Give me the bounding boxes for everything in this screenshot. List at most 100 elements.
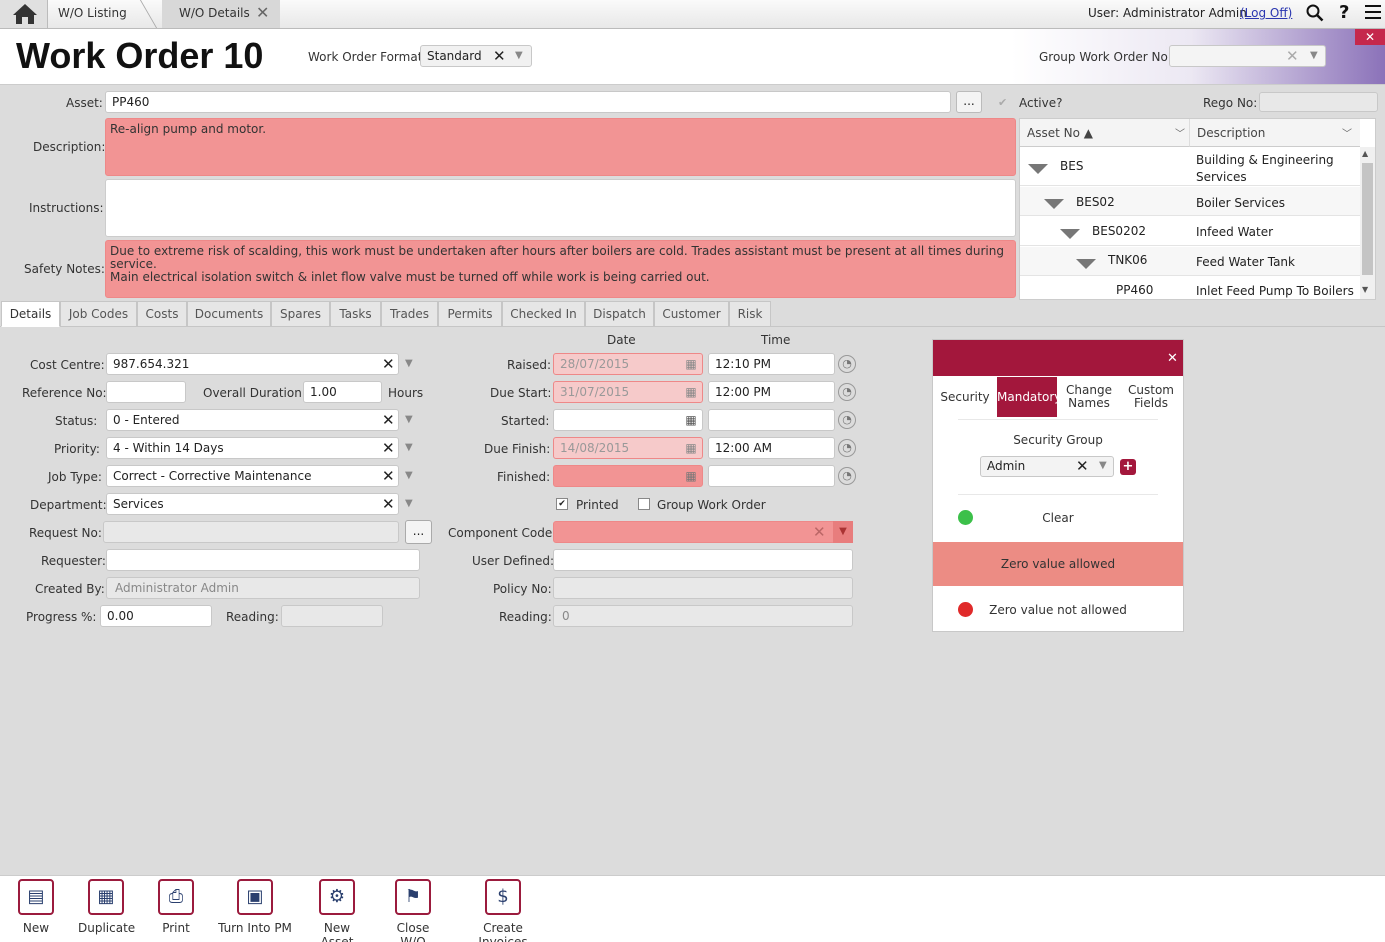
status-input[interactable]: 0 - Entered: [106, 409, 399, 431]
due-start-date-input[interactable]: 31/07/2015: [553, 381, 703, 403]
chevron-down-icon[interactable]: ▼: [405, 437, 413, 459]
tab-documents[interactable]: Documents: [187, 301, 271, 327]
clock-icon[interactable]: ◔: [838, 411, 856, 429]
priority-select[interactable]: 4 - Within 14 Days ✕ ▼: [106, 437, 419, 459]
clear-icon[interactable]: ✕: [382, 409, 395, 431]
tab-dispatch[interactable]: Dispatch: [585, 301, 654, 327]
home-button[interactable]: [0, 0, 48, 28]
breadcrumb-wo-details[interactable]: W/O Details ✕: [162, 0, 280, 28]
clock-icon[interactable]: ◔: [838, 383, 856, 401]
requester-input[interactable]: [106, 549, 420, 571]
department-input[interactable]: Services: [106, 493, 399, 515]
clear-option[interactable]: Clear: [933, 511, 1183, 525]
clear-icon[interactable]: ✕: [382, 353, 395, 375]
panel-tab-security[interactable]: Security: [937, 377, 993, 417]
clear-icon[interactable]: ✕: [1286, 45, 1299, 67]
policy-no-input[interactable]: [553, 577, 853, 599]
tree-row[interactable]: BES Building & Engineering Services: [1020, 148, 1360, 186]
print-button[interactable]: ⎙ Print: [154, 879, 198, 935]
request-browse-button[interactable]: ...: [405, 520, 432, 544]
due-finish-time-input[interactable]: 12:00 AM: [708, 437, 835, 459]
new-asset-button[interactable]: ⚙ New Asset: [307, 879, 367, 942]
chevron-down-icon[interactable]: ▼: [405, 465, 413, 487]
tree-row[interactable]: TNK06 Feed Water Tank: [1020, 247, 1360, 276]
started-date-input[interactable]: [553, 409, 703, 431]
search-icon[interactable]: [1306, 4, 1324, 22]
component-code-input[interactable]: [553, 521, 853, 543]
panel-tab-change-names[interactable]: Change Names: [1062, 384, 1116, 410]
chevron-down-icon[interactable]: ▼: [405, 493, 413, 515]
calendar-icon[interactable]: ▦: [684, 413, 698, 427]
clear-icon[interactable]: ✕: [1076, 455, 1089, 477]
tab-costs[interactable]: Costs: [137, 301, 187, 327]
zero-value-not-allowed-option[interactable]: Zero value not allowed: [933, 603, 1183, 617]
due-start-time-input[interactable]: 12:00 PM: [708, 381, 835, 403]
tree-header-description[interactable]: Description ﹀: [1190, 119, 1360, 147]
panel-close-icon[interactable]: ✕: [1167, 351, 1178, 366]
clear-icon[interactable]: ✕: [382, 493, 395, 515]
scroll-down-icon[interactable]: ▼: [1362, 285, 1368, 294]
close-tab-icon[interactable]: ✕: [256, 3, 269, 22]
security-group-select[interactable]: Admin ✕ ▼: [980, 456, 1114, 478]
tab-customer[interactable]: Customer: [654, 301, 729, 327]
rego-input[interactable]: [1259, 92, 1378, 112]
collapse-icon[interactable]: [1044, 199, 1064, 209]
tab-details[interactable]: Details: [1, 301, 60, 327]
department-select[interactable]: Services ✕ ▼: [106, 493, 419, 515]
wo-format-select[interactable]: Standard ✕ ▼: [420, 45, 532, 67]
breadcrumb-wo-listing[interactable]: W/O Listing: [58, 6, 127, 20]
security-group-input[interactable]: Admin: [980, 456, 1114, 477]
job-type-select[interactable]: Correct - Corrective Maintenance ✕ ▼: [106, 465, 419, 487]
tree-row[interactable]: PP460 Inlet Feed Pump To Boilers: [1020, 277, 1360, 299]
cost-centre-select[interactable]: 987.654.321 ✕ ▼: [106, 353, 419, 375]
turn-into-pm-button[interactable]: ▣ Turn Into PM: [218, 879, 292, 935]
chevron-down-icon[interactable]: ﹀: [1175, 125, 1185, 140]
tree-row[interactable]: BES0202 Infeed Water: [1020, 217, 1360, 246]
started-time-input[interactable]: [708, 409, 835, 431]
job-type-input[interactable]: Correct - Corrective Maintenance: [106, 465, 399, 487]
clear-icon[interactable]: ✕: [493, 45, 506, 67]
scroll-thumb[interactable]: [1362, 163, 1373, 275]
tree-row[interactable]: BES02 Boiler Services: [1020, 187, 1360, 216]
progress-input[interactable]: 0.00: [100, 605, 212, 627]
tab-checked-in[interactable]: Checked In: [502, 301, 585, 327]
calendar-icon[interactable]: ▦: [684, 357, 698, 371]
clear-icon[interactable]: ✕: [382, 437, 395, 459]
clock-icon[interactable]: ◔: [838, 355, 856, 373]
zero-value-allowed-option[interactable]: Zero value allowed: [933, 542, 1183, 586]
active-checkbox[interactable]: ✔: [998, 96, 1007, 109]
reading-input-left[interactable]: [281, 605, 383, 627]
chevron-down-icon[interactable]: ▼: [405, 409, 413, 431]
group-wo-input[interactable]: [1169, 45, 1326, 67]
clock-icon[interactable]: ◔: [838, 439, 856, 457]
create-invoices-button[interactable]: $ Create Invoices: [459, 879, 547, 942]
printed-checkbox[interactable]: ✔: [556, 498, 568, 510]
reference-no-input[interactable]: [106, 381, 186, 403]
tab-job-codes[interactable]: Job Codes: [60, 301, 137, 327]
asset-input[interactable]: PP460: [105, 91, 951, 113]
chevron-down-icon[interactable]: ▼: [405, 353, 413, 375]
tab-risk[interactable]: Risk: [729, 301, 771, 327]
duplicate-button[interactable]: ▦ Duplicate: [78, 879, 135, 935]
collapse-icon[interactable]: [1028, 164, 1048, 174]
due-finish-date-input[interactable]: 14/08/2015: [553, 437, 703, 459]
tree-header-asset-no[interactable]: Asset No ▲ ﹀: [1020, 119, 1190, 147]
add-group-button[interactable]: +: [1120, 459, 1136, 475]
component-code-select[interactable]: ✕ ▼: [553, 521, 853, 543]
status-select[interactable]: 0 - Entered ✕ ▼: [106, 409, 419, 431]
cost-centre-input[interactable]: 987.654.321: [106, 353, 399, 375]
safety-notes-textarea[interactable]: Due to extreme risk of scalding, this wo…: [105, 240, 1016, 298]
chevron-down-icon[interactable]: ﹀: [1342, 125, 1352, 140]
scroll-up-icon[interactable]: ▲: [1362, 149, 1368, 158]
tab-permits[interactable]: Permits: [438, 301, 502, 327]
calendar-icon[interactable]: ▦: [684, 385, 698, 399]
priority-input[interactable]: 4 - Within 14 Days: [106, 437, 399, 459]
collapse-icon[interactable]: [1060, 229, 1080, 239]
tab-trades[interactable]: Trades: [381, 301, 438, 327]
logoff-link[interactable]: (Log Off): [1240, 6, 1292, 20]
menu-icon[interactable]: [1365, 5, 1381, 19]
description-textarea[interactable]: Re-align pump and motor.: [105, 118, 1016, 176]
raised-time-input[interactable]: 12:10 PM: [708, 353, 835, 375]
panel-tab-mandatory[interactable]: Mandatory: [997, 377, 1061, 417]
tree-scrollbar[interactable]: ▲ ▼: [1360, 147, 1375, 299]
